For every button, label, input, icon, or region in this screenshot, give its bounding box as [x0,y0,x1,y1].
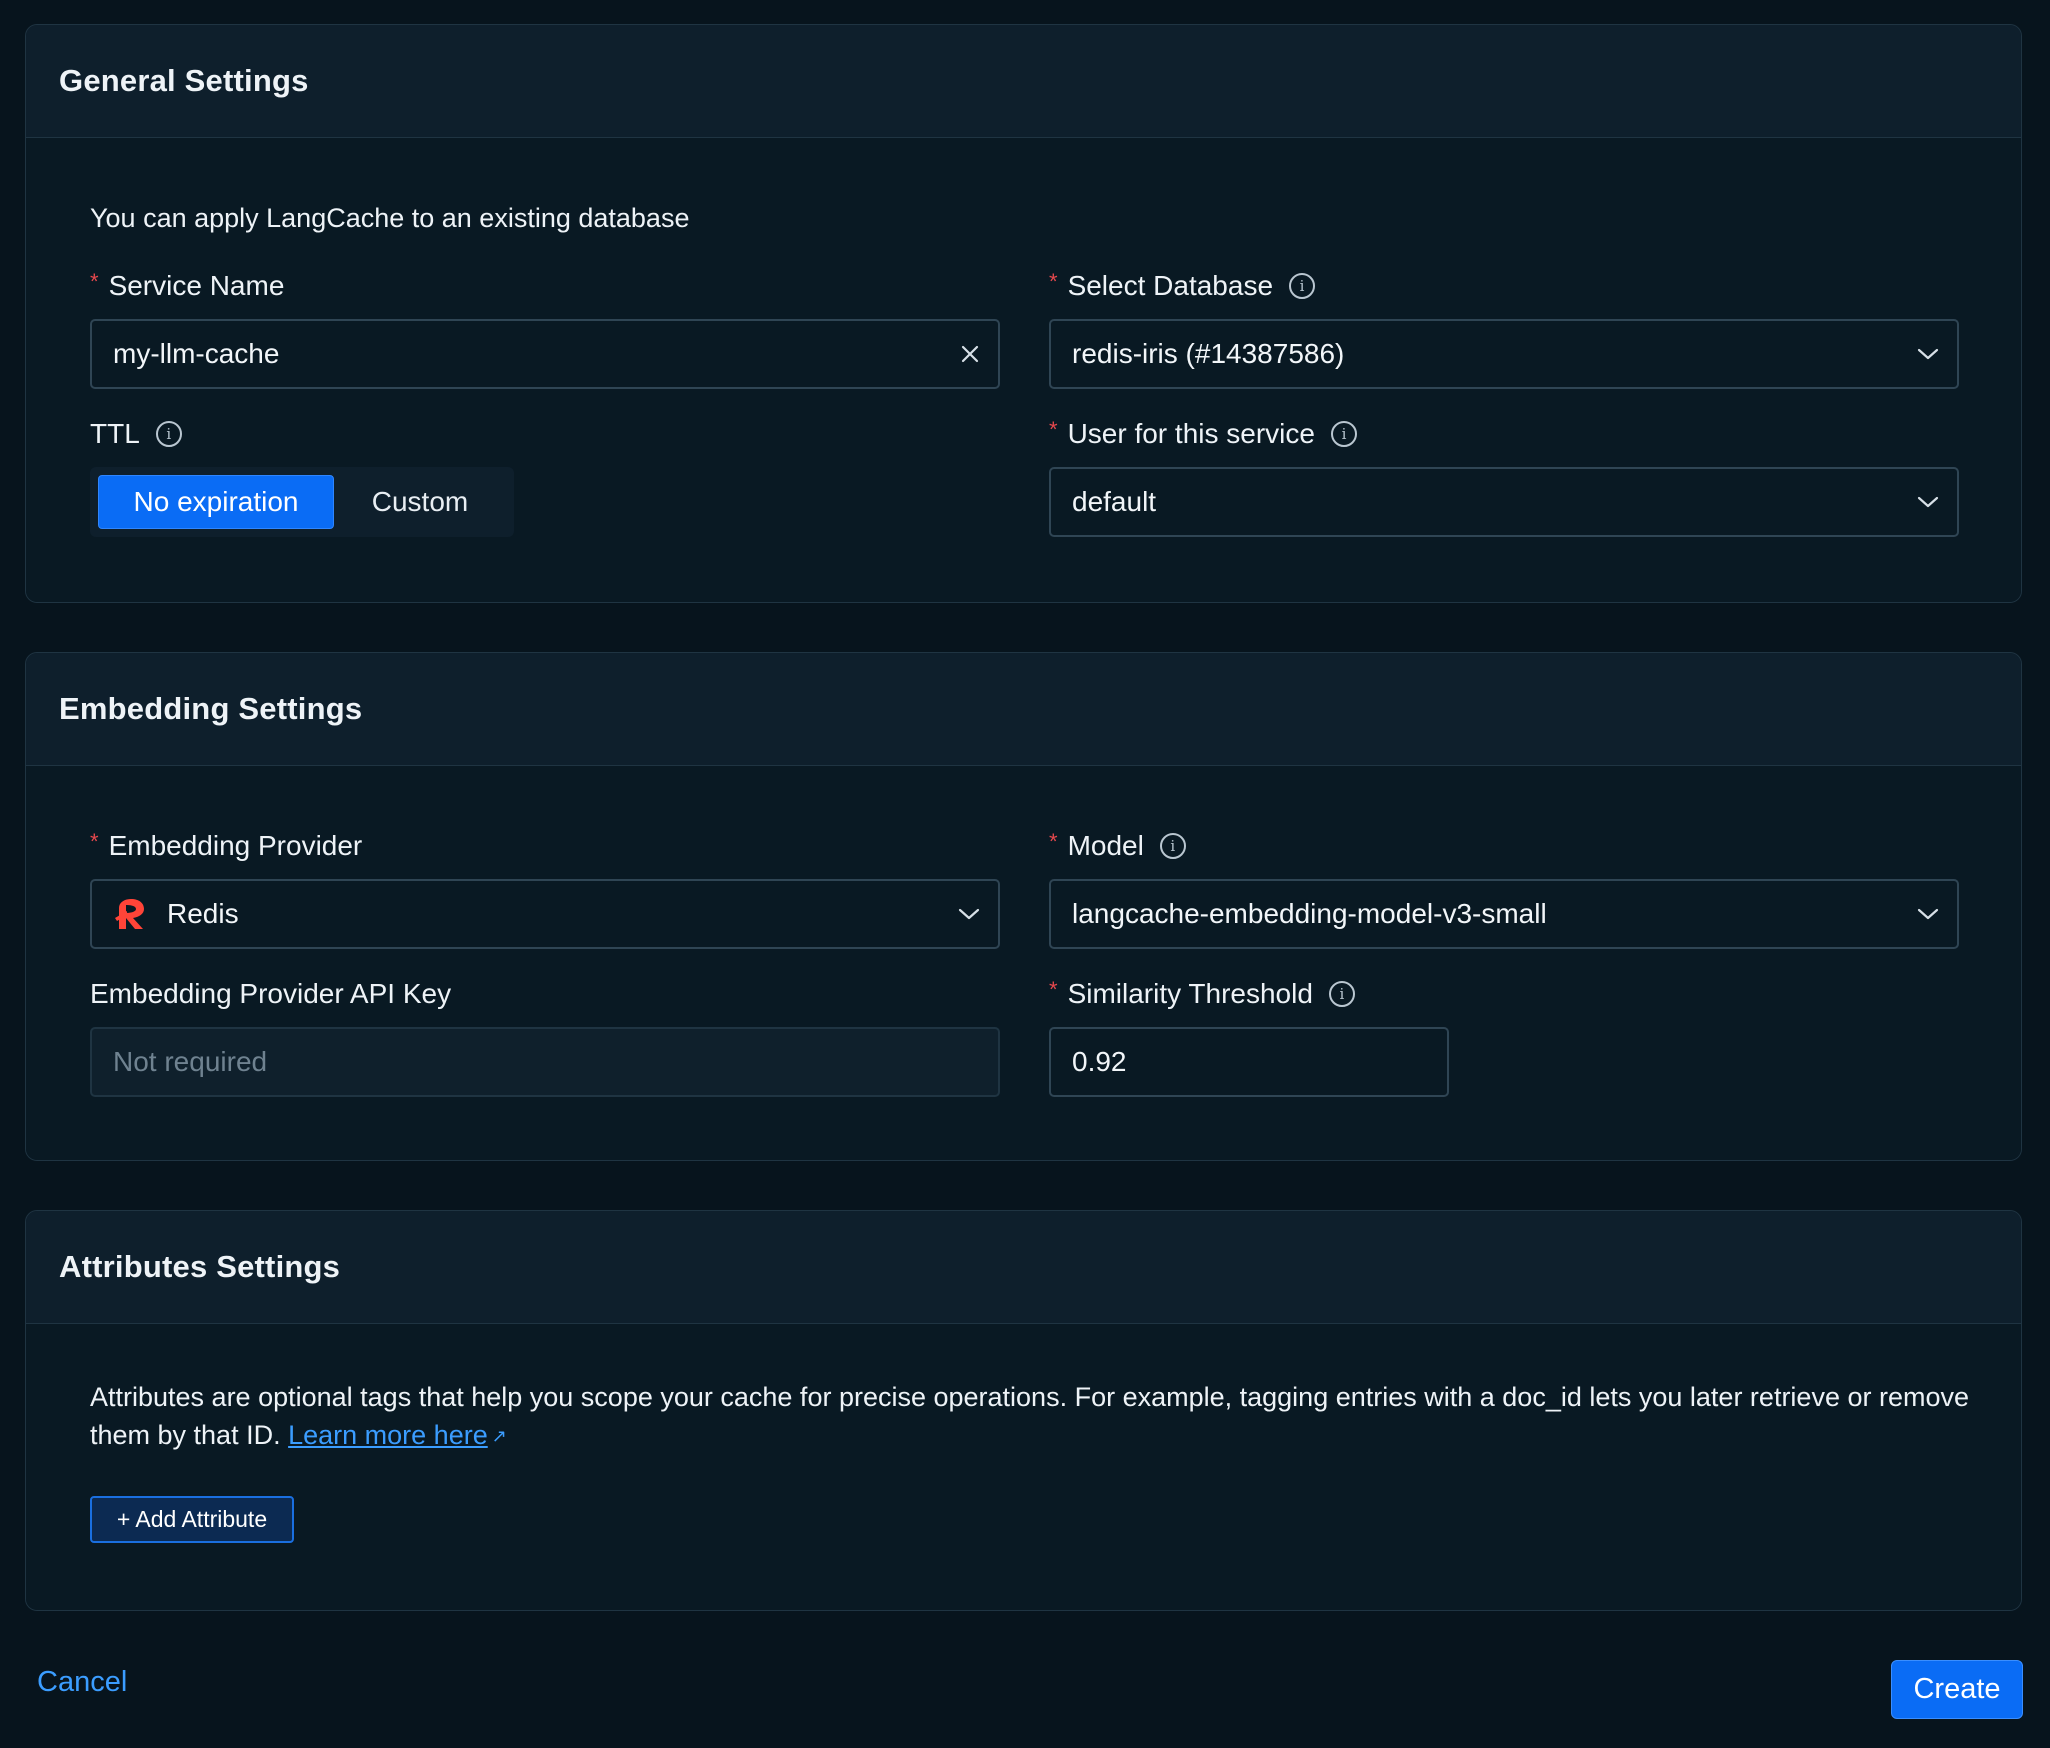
info-icon[interactable]: i [1328,981,1355,1007]
chevron-down-icon [958,907,980,921]
select-database-label: * Select Database i [1049,268,1316,304]
general-settings-body: You can apply LangCache to an existing d… [26,138,2021,602]
user-label-text: User for this service [1067,418,1315,449]
embedding-settings-title: Embedding Settings [59,691,363,726]
ttl-no-expiration-button[interactable]: No expiration [98,475,334,529]
info-icon[interactable]: i [1330,421,1357,447]
required-marker: * [1049,977,1058,1002]
similarity-threshold-label-text: Similarity Threshold [1067,978,1313,1009]
required-marker: * [1049,829,1058,854]
ttl-label-text: TTL [90,418,140,449]
api-key-label: Embedding Provider API Key [90,976,451,1012]
similarity-threshold-label: * Similarity Threshold i [1049,976,1355,1012]
general-settings-panel: General Settings You can apply LangCache… [25,24,2022,603]
user-dropdown[interactable]: default [1049,467,1959,537]
embedding-provider-value: Redis [167,898,239,929]
select-database-value: redis-iris (#14387586) [1072,338,1345,369]
create-button[interactable]: Create [1891,1660,2023,1719]
general-intro-text: You can apply LangCache to an existing d… [90,203,690,233]
attributes-settings-header: Attributes Settings [26,1211,2021,1324]
attributes-description: Attributes are optional tags that help y… [90,1378,1970,1455]
embedding-settings-header: Embedding Settings [26,653,2021,766]
embedding-settings-body: * Embedding Provider Redis * Model i lan… [26,766,2021,1160]
learn-more-link[interactable]: Learn more here [288,1420,488,1450]
ttl-toggle: No expiration Custom [90,467,514,537]
chevron-down-icon [1917,495,1939,509]
general-settings-title: General Settings [59,63,309,98]
info-icon[interactable]: i [1289,273,1316,299]
model-label: * Model i [1049,828,1186,864]
model-label-text: Model [1067,830,1144,861]
attributes-settings-body: Attributes are optional tags that help y… [26,1324,2021,1610]
select-database-dropdown[interactable]: redis-iris (#14387586) [1049,319,1959,389]
clear-icon[interactable] [960,344,980,364]
required-marker: * [1049,417,1058,442]
chevron-down-icon [1917,347,1939,361]
user-value: default [1072,486,1157,517]
ttl-label: TTL i [90,416,182,452]
chevron-down-icon [1917,907,1939,921]
ttl-custom-button[interactable]: Custom [334,475,506,529]
add-attribute-button[interactable]: + Add Attribute [90,1496,294,1543]
similarity-threshold-value: 0.92 [1072,1046,1127,1077]
embedding-provider-dropdown[interactable]: Redis [90,879,1000,949]
required-marker: * [1049,269,1058,294]
external-link-icon: ↗ [491,1426,507,1446]
embedding-settings-panel: Embedding Settings * Embedding Provider … [25,652,2022,1161]
similarity-threshold-input[interactable]: 0.92 [1049,1027,1449,1097]
general-settings-header: General Settings [26,25,2021,138]
api-key-input: Not required [90,1027,1000,1097]
service-name-input[interactable]: my-llm-cache [90,319,1000,389]
embedding-provider-label-text: Embedding Provider [108,830,363,861]
info-icon[interactable]: i [155,421,182,447]
model-dropdown[interactable]: langcache-embedding-model-v3-small [1049,879,1959,949]
service-name-value: my-llm-cache [113,338,280,369]
select-database-label-text: Select Database [1067,270,1274,301]
embedding-provider-label: * Embedding Provider [90,828,362,864]
attributes-settings-panel: Attributes Settings Attributes are optio… [25,1210,2022,1611]
attributes-settings-title: Attributes Settings [59,1249,341,1284]
redis-logo-icon [113,894,153,934]
required-marker: * [90,269,99,294]
user-label: * User for this service i [1049,416,1357,452]
service-name-label: * Service Name [90,268,284,304]
model-value: langcache-embedding-model-v3-small [1072,898,1547,929]
service-name-label-text: Service Name [108,270,285,301]
api-key-label-text: Embedding Provider API Key [90,978,452,1009]
cancel-button[interactable]: Cancel [37,1666,127,1699]
required-marker: * [90,829,99,854]
info-icon[interactable]: i [1159,833,1186,859]
api-key-placeholder: Not required [113,1046,268,1077]
